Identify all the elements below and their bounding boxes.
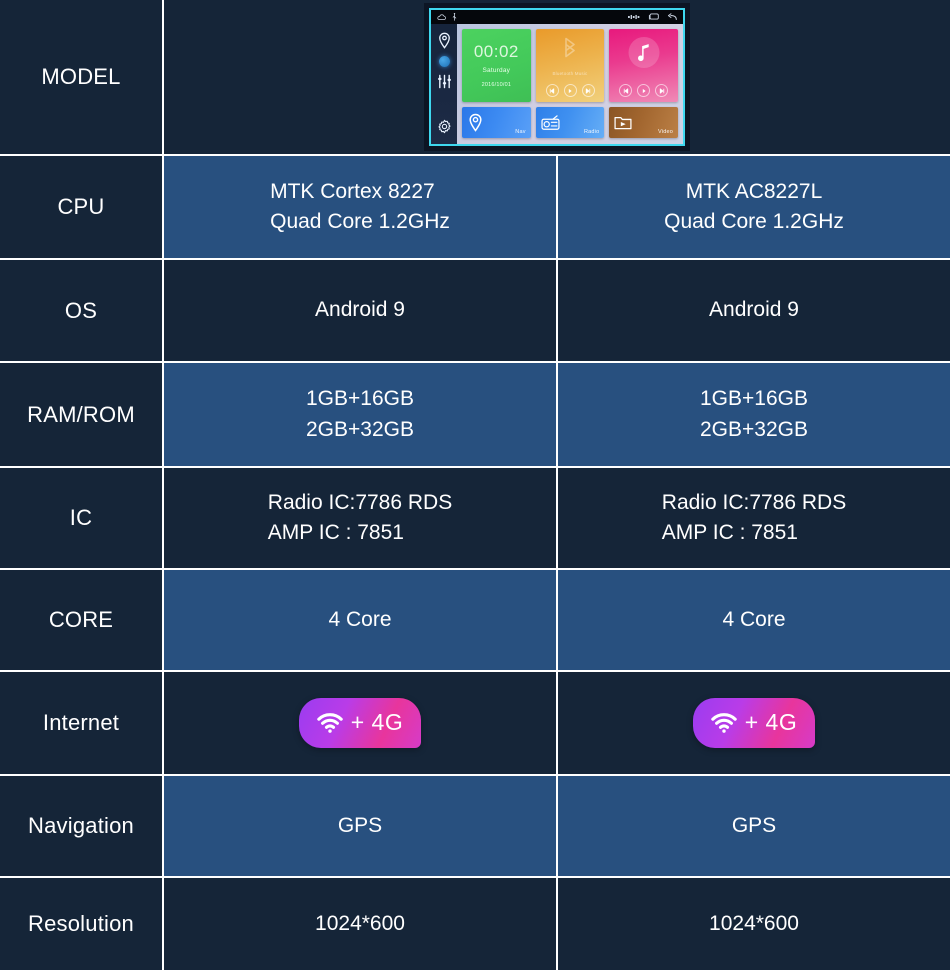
table-row: IC Radio IC:7786 RDS AMP IC : 7851 Radio… (0, 468, 950, 570)
next-track-icon[interactable] (655, 84, 669, 97)
gear-icon[interactable] (437, 119, 452, 134)
cpu-value-col2: MTK AC8227L Quad Core 1.2GHz (558, 156, 950, 258)
navigation-value-col2: GPS (558, 776, 950, 876)
table-row: OS Android 9 Android 9 (0, 260, 950, 363)
badge-label: + 4G (350, 708, 404, 735)
core-value-col2: 4 Core (558, 570, 950, 670)
shortcut-nav[interactable]: Nav (462, 107, 531, 138)
ram-line-1: 1GB+16GB (700, 387, 808, 411)
table-row: MODEL 00:02 Saturday 2016/10/01 Bluetoot… (0, 0, 950, 156)
internet-value-col1: + 4G (164, 672, 558, 774)
shortcut-label: Video (658, 129, 674, 135)
stereo-body: 00:02 Saturday 2016/10/01 Bluetooth Musi… (431, 24, 683, 144)
indicator-dot[interactable] (438, 56, 450, 67)
clock-date: 2016/10/01 (481, 82, 512, 88)
row-label-resolution: Resolution (0, 878, 164, 970)
navigation-value-col1: GPS (164, 776, 558, 876)
table-row: CPU MTK Cortex 8227 Quad Core 1.2GHz MTK… (0, 156, 950, 260)
row-label-model: MODEL (0, 0, 164, 154)
stereo-side-rail (431, 24, 457, 144)
cpu-line-1: MTK Cortex 8227 (270, 179, 435, 203)
bluetooth-icon (559, 37, 581, 69)
shortcut-radio[interactable]: Radio (535, 107, 605, 138)
table-row: Internet + 4G + 4G (0, 672, 950, 776)
clock-widget[interactable]: 00:02 Saturday 2016/10/01 (462, 29, 531, 102)
wifi-icon (710, 712, 737, 733)
row-label-ic: IC (0, 468, 164, 568)
video-folder-icon (609, 114, 632, 131)
bluetooth-track-name: Bluetooth Music (552, 71, 588, 77)
row-label-os: OS (0, 260, 164, 361)
volume-icon[interactable] (628, 14, 640, 20)
next-track-icon[interactable] (581, 84, 595, 97)
shortcut-label: Radio (583, 129, 600, 135)
music-widget[interactable] (609, 29, 679, 102)
bt-playback-controls[interactable] (545, 84, 595, 97)
recent-apps-icon[interactable] (648, 13, 659, 21)
cpu-line-2: Quad Core 1.2GHz (270, 210, 450, 233)
previous-track-icon[interactable] (619, 84, 633, 97)
ram-rom-value-col2: 1GB+16GB 2GB+32GB (558, 363, 950, 466)
wifi-4g-badge: + 4G (298, 697, 422, 749)
cpu-line-2: Quad Core 1.2GHz (664, 210, 844, 233)
table-row: RAM/ROM 1GB+16GB 2GB+32GB 1GB+16GB 2GB+3… (0, 363, 950, 468)
ic-value-col2: Radio IC:7786 RDS AMP IC : 7851 (558, 468, 950, 568)
row-label-cpu: CPU (0, 156, 164, 258)
clock-time: 00:02 (473, 42, 519, 61)
os-value-col2: Android 9 (558, 260, 950, 361)
wifi-4g-badge: + 4G (692, 697, 816, 749)
ram-line-1: 1GB+16GB (306, 387, 414, 411)
resolution-value-col2: 1024*600 (558, 878, 950, 970)
ram-line-2: 2GB+32GB (700, 417, 808, 441)
ic-line-1: Radio IC:7786 RDS (267, 490, 453, 514)
row-label-core: CORE (0, 570, 164, 670)
row-label-navigation: Navigation (0, 776, 164, 876)
model-image-cell: 00:02 Saturday 2016/10/01 Bluetooth Musi… (164, 0, 950, 154)
play-pause-icon[interactable] (563, 84, 577, 97)
badge-label: + 4G (744, 708, 798, 735)
shortcut-video[interactable]: Video (609, 107, 679, 138)
previous-track-icon[interactable] (545, 84, 559, 97)
table-row: CORE 4 Core 4 Core (0, 570, 950, 672)
row-label-internet: Internet (0, 672, 164, 774)
spec-comparison-table: MODEL 00:02 Saturday 2016/10/01 Bluetoot… (0, 0, 950, 970)
internet-value-col2: + 4G (558, 672, 950, 774)
back-icon[interactable] (667, 13, 677, 21)
ram-line-2: 2GB+32GB (306, 417, 414, 441)
stereo-status-bar (431, 10, 683, 24)
ic-value-col1: Radio IC:7786 RDS AMP IC : 7851 (164, 468, 558, 568)
ic-line-1: Radio IC:7786 RDS (661, 490, 847, 514)
cpu-value-col1: MTK Cortex 8227 Quad Core 1.2GHz (164, 156, 558, 258)
clock-day: Saturday (482, 67, 511, 74)
play-pause-icon[interactable] (637, 84, 651, 97)
os-value-col1: Android 9 (164, 260, 558, 361)
cpu-line-1: MTK AC8227L (685, 179, 823, 203)
music-playback-controls[interactable] (619, 84, 669, 97)
music-note-icon (628, 37, 660, 68)
table-row: Navigation GPS GPS (0, 776, 950, 878)
table-row: Resolution 1024*600 1024*600 (0, 878, 950, 970)
location-pin-icon[interactable] (437, 32, 452, 49)
radio-icon (536, 114, 560, 131)
ic-line-2: AMP IC : 7851 (661, 521, 798, 544)
usb-icon (452, 13, 457, 21)
stereo-app-grid: 00:02 Saturday 2016/10/01 Bluetooth Musi… (457, 24, 683, 144)
ic-line-2: AMP IC : 7851 (267, 521, 404, 544)
wifi-icon (316, 712, 343, 733)
resolution-value-col1: 1024*600 (164, 878, 558, 970)
location-pin-icon (462, 113, 484, 132)
stereo-screen: 00:02 Saturday 2016/10/01 Bluetooth Musi… (429, 8, 685, 146)
cloud-icon (437, 13, 446, 21)
equalizer-icon[interactable] (437, 74, 452, 89)
shortcut-label: Nav (515, 129, 526, 135)
ram-rom-value-col1: 1GB+16GB 2GB+32GB (164, 363, 558, 466)
bluetooth-music-widget[interactable]: Bluetooth Music (535, 29, 605, 102)
core-value-col1: 4 Core (164, 570, 558, 670)
car-stereo-illustration: 00:02 Saturday 2016/10/01 Bluetooth Musi… (424, 3, 690, 151)
row-label-ram-rom: RAM/ROM (0, 363, 164, 466)
